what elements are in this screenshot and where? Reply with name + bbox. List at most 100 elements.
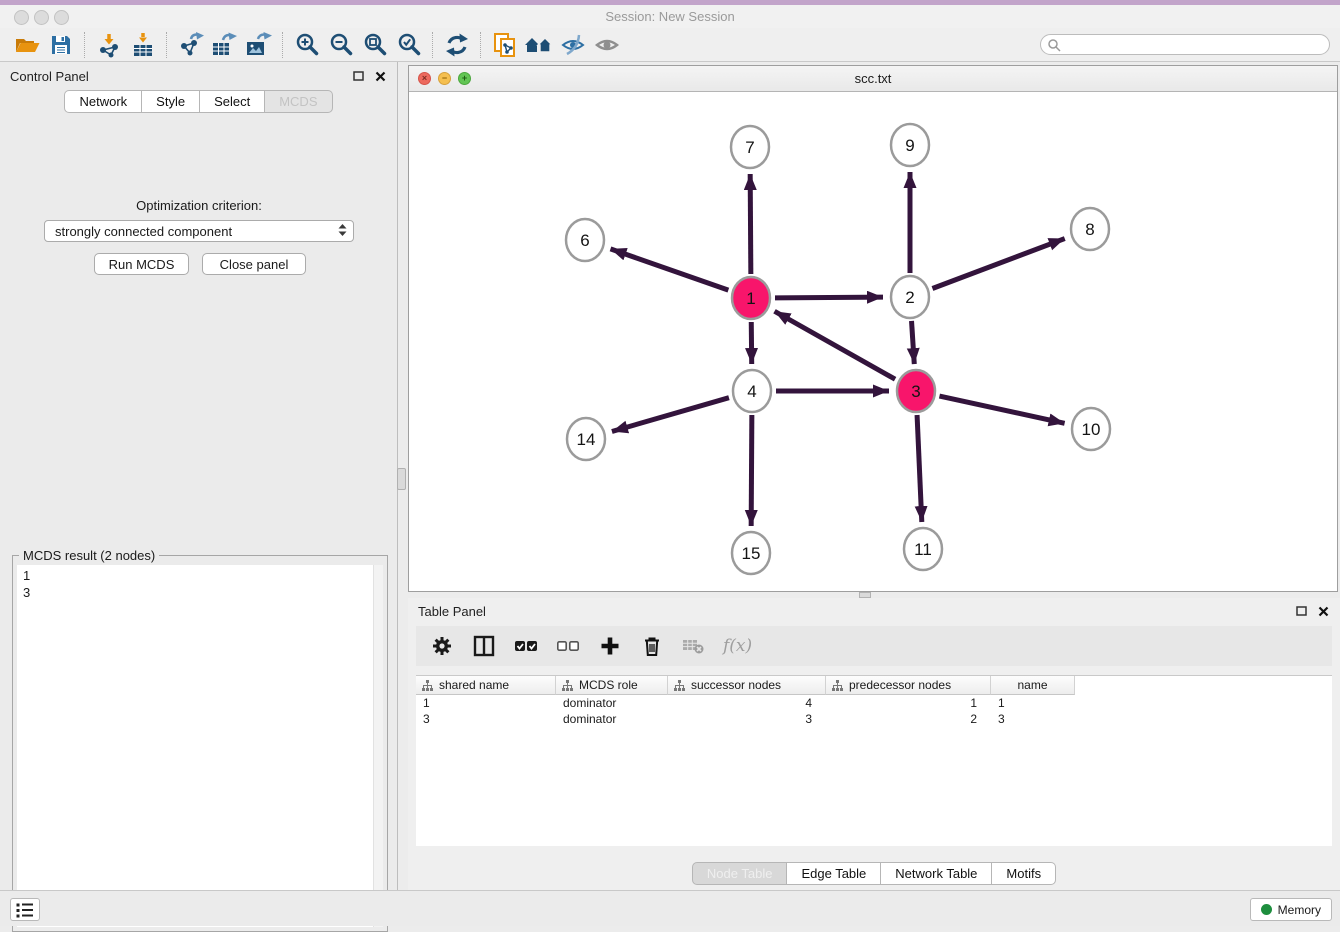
zoom-fit-button[interactable] bbox=[358, 30, 392, 60]
open-file-button[interactable] bbox=[10, 30, 44, 60]
edge-4-15[interactable] bbox=[751, 415, 752, 526]
edge-1-2[interactable] bbox=[775, 297, 883, 298]
export-image-icon bbox=[245, 32, 273, 58]
node-8[interactable]: 8 bbox=[1071, 208, 1109, 250]
node-7[interactable]: 7 bbox=[731, 126, 769, 168]
delete-column-button[interactable] bbox=[640, 634, 664, 658]
task-history-button[interactable] bbox=[10, 898, 40, 921]
memory-status-icon bbox=[1261, 904, 1272, 915]
column-header-successor-nodes[interactable]: successor nodes bbox=[668, 676, 826, 695]
network-view-window: × − + scc.txt 1 2 3 4 6 7 8 9 10 11 14 15 bbox=[408, 65, 1338, 592]
search-icon bbox=[1047, 38, 1061, 52]
tab-style[interactable]: Style bbox=[142, 90, 200, 113]
zoom-in-button[interactable] bbox=[290, 30, 324, 60]
tab-network[interactable]: Network bbox=[64, 90, 142, 113]
result-line: 3 bbox=[23, 584, 377, 601]
node-table[interactable]: shared nameMCDS role successor nodes prede… bbox=[416, 675, 1332, 846]
save-session-button[interactable] bbox=[44, 30, 78, 60]
table-settings-button[interactable] bbox=[430, 634, 454, 658]
column-type-icon bbox=[832, 680, 843, 691]
search-box[interactable] bbox=[1040, 34, 1330, 55]
home-button[interactable] bbox=[522, 30, 556, 60]
hide-panel-button[interactable] bbox=[556, 30, 590, 60]
float-table-panel-icon[interactable] bbox=[1294, 604, 1308, 618]
node-15[interactable]: 15 bbox=[732, 532, 770, 574]
mcds-result-title: MCDS result (2 nodes) bbox=[19, 548, 159, 563]
node-label: 14 bbox=[577, 430, 596, 449]
edge-3-11[interactable] bbox=[917, 415, 922, 522]
zoom-selected-button[interactable] bbox=[392, 30, 426, 60]
node-label: 7 bbox=[745, 138, 754, 157]
add-column-button[interactable] bbox=[598, 634, 622, 658]
node-11[interactable]: 11 bbox=[904, 528, 942, 570]
export-network-icon bbox=[177, 32, 205, 58]
mcds-result-textarea[interactable]: 13 bbox=[17, 565, 383, 927]
float-panel-icon[interactable] bbox=[351, 69, 365, 83]
import-network-button[interactable] bbox=[92, 30, 126, 60]
node-2[interactable]: 2 bbox=[891, 276, 929, 318]
show-panel-button[interactable] bbox=[590, 30, 624, 60]
network-window-title: scc.txt bbox=[409, 71, 1337, 86]
export-image-button[interactable] bbox=[242, 30, 276, 60]
tab-edge-table[interactable]: Edge Table bbox=[787, 862, 881, 885]
node-6[interactable]: 6 bbox=[566, 219, 604, 261]
table-panel: Table Panel f(x) shared nameMCDS rolesuc… bbox=[408, 598, 1340, 890]
column-header-name[interactable]: name bbox=[991, 676, 1075, 695]
network-canvas[interactable]: 1 2 3 4 6 7 8 9 10 11 14 15 bbox=[409, 92, 1337, 592]
node-14[interactable]: 14 bbox=[567, 418, 605, 460]
tab-node-table[interactable]: Node Table bbox=[692, 862, 788, 885]
node-3[interactable]: 3 bbox=[897, 370, 935, 412]
tab-network-table[interactable]: Network Table bbox=[881, 862, 992, 885]
vertical-splitter-handle[interactable] bbox=[397, 468, 406, 490]
search-input[interactable] bbox=[1061, 36, 1329, 54]
toolbar-separator bbox=[282, 32, 284, 58]
plus-icon bbox=[598, 634, 622, 658]
hide-all-columns-button[interactable] bbox=[556, 634, 580, 658]
table-row[interactable]: 1dominator411 bbox=[416, 695, 1332, 711]
table-cell: 4 bbox=[668, 696, 826, 710]
table-cell: dominator bbox=[556, 712, 668, 726]
result-scrollbar[interactable] bbox=[373, 565, 383, 927]
edge-4-14[interactable] bbox=[612, 398, 729, 432]
tab-motifs[interactable]: Motifs bbox=[992, 862, 1056, 885]
node-1[interactable]: 1 bbox=[732, 277, 770, 319]
memory-button[interactable]: Memory bbox=[1250, 898, 1332, 921]
show-all-columns-button[interactable] bbox=[514, 634, 538, 658]
run-mcds-button[interactable]: Run MCDS bbox=[94, 253, 189, 275]
edge-3-1[interactable] bbox=[775, 311, 896, 379]
zoom-out-button[interactable] bbox=[324, 30, 358, 60]
node-9[interactable]: 9 bbox=[891, 124, 929, 166]
import-table-button[interactable] bbox=[126, 30, 160, 60]
table-cell: 3 bbox=[991, 712, 1075, 726]
tab-select[interactable]: Select bbox=[200, 90, 265, 113]
duplicate-network-button[interactable] bbox=[488, 30, 522, 60]
table-cell: 3 bbox=[416, 712, 556, 726]
column-header-shared-name[interactable]: shared name bbox=[416, 676, 556, 695]
network-window-titlebar[interactable]: × − + scc.txt bbox=[409, 66, 1337, 92]
edge-3-10[interactable] bbox=[939, 396, 1064, 423]
refresh-layout-button[interactable] bbox=[440, 30, 474, 60]
edge-1-7[interactable] bbox=[750, 174, 751, 274]
column-header-mcds-role[interactable]: MCDS role bbox=[556, 676, 668, 695]
edge-2-3[interactable] bbox=[912, 321, 915, 364]
node-label: 10 bbox=[1082, 420, 1101, 439]
select-chevrons-icon bbox=[338, 224, 347, 239]
zoom-fit-icon bbox=[362, 32, 388, 58]
table-row[interactable]: 3dominator323 bbox=[416, 711, 1332, 727]
edge-2-8[interactable] bbox=[932, 239, 1064, 289]
export-table-button[interactable] bbox=[208, 30, 242, 60]
node-10[interactable]: 10 bbox=[1072, 408, 1110, 450]
optimization-criterion-select[interactable]: strongly connected component bbox=[44, 220, 354, 242]
close-table-panel-icon[interactable] bbox=[1316, 604, 1330, 618]
close-panel-button[interactable]: Close panel bbox=[202, 253, 306, 275]
tab-mcds[interactable]: MCDS bbox=[265, 90, 332, 113]
unchecked-boxes-icon bbox=[556, 634, 580, 658]
column-label: successor nodes bbox=[691, 678, 781, 692]
node-4[interactable]: 4 bbox=[733, 370, 771, 412]
split-columns-button[interactable] bbox=[472, 634, 496, 658]
import-network-icon bbox=[96, 32, 122, 58]
export-network-button[interactable] bbox=[174, 30, 208, 60]
edge-1-6[interactable] bbox=[610, 249, 728, 290]
column-header-predecessor-nodes[interactable]: predecessor nodes bbox=[826, 676, 991, 695]
close-panel-icon[interactable] bbox=[373, 69, 387, 83]
